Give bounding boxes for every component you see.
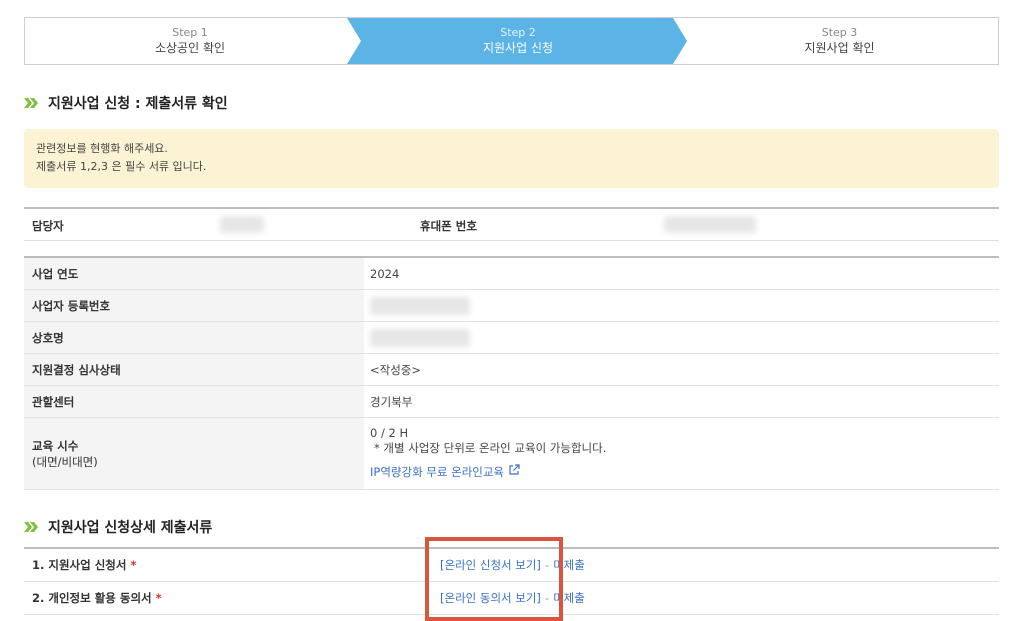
- section-title-text: 지원사업 신청 : 제출서류 확인: [48, 96, 228, 112]
- row-label: 사업 연도: [24, 258, 364, 289]
- stepper: Step 1 소상공인 확인 Step 2 지원사업 신청 Step 3 지원사…: [24, 17, 999, 65]
- highlight-box: [425, 537, 563, 621]
- phone-label: 휴대폰 번호: [420, 219, 477, 233]
- table-row: 사업 연도 2024: [24, 258, 999, 290]
- education-note: * 개별 사업장 단위로 온라인 교육이 가능합니다.: [374, 441, 607, 455]
- step-2: Step 2 지원사업 신청: [355, 18, 681, 64]
- step-1-title: 소상공인 확인: [154, 41, 226, 55]
- document-name: 2. 개인정보 활용 동의서: [32, 591, 152, 605]
- row-value: 2024: [370, 266, 400, 281]
- step-3-number: Step 3: [821, 26, 858, 39]
- double-chevron-icon: [24, 98, 40, 108]
- business-number-redacted: [370, 297, 470, 315]
- education-label-line-2: (대면/비대면): [32, 454, 98, 469]
- business-info-table: 사업 연도 2024 사업자 등록번호 상호명 지원결정 심사상태 <작성중> …: [24, 256, 999, 490]
- section-title-detail-documents: 지원사업 신청상세 제출서류: [24, 517, 212, 537]
- manager-value-redacted: [220, 216, 264, 233]
- contact-row: 담당자 휴대폰 번호: [24, 207, 999, 241]
- table-row-education: 교육 시수 (대면/비대면) 0 / 2 H * 개별 사업장 단위로 온라인 …: [24, 418, 999, 490]
- required-mark: *: [130, 558, 137, 572]
- notice-line-2: 제출서류 1,2,3 은 필수 서류 입니다.: [36, 160, 207, 173]
- online-education-link[interactable]: IP역량강화 무료 온라인교육: [370, 465, 504, 480]
- double-chevron-icon: [24, 522, 40, 532]
- document-label: 2. 개인정보 활용 동의서 *: [32, 582, 162, 614]
- step-3: Step 3 지원사업 확인: [681, 18, 998, 64]
- step-2-title: 지원사업 신청: [482, 41, 554, 55]
- step-1: Step 1 소상공인 확인: [25, 18, 355, 64]
- notice-box: 관련정보를 현행화 해주세요. 제출서류 1,2,3 은 필수 서류 입니다.: [24, 129, 999, 188]
- section-title-documents: 지원사업 신청 : 제출서류 확인: [24, 93, 228, 113]
- section-title-text: 지원사업 신청상세 제출서류: [48, 520, 213, 536]
- step-1-number: Step 1: [172, 26, 208, 39]
- table-row: 관할센터 경기북부: [24, 386, 999, 418]
- education-hours: 0 / 2 H: [370, 426, 409, 440]
- phone-value-redacted: [664, 216, 756, 233]
- row-label: 관할센터: [24, 386, 364, 417]
- required-mark: *: [155, 591, 162, 605]
- row-label: 사업자 등록번호: [24, 290, 364, 321]
- step-3-title: 지원사업 확인: [804, 41, 875, 55]
- education-label-line-1: 교육 시수: [32, 438, 79, 453]
- document-name: 1. 지원사업 신청서: [32, 558, 127, 572]
- education-label: 교육 시수 (대면/비대면): [24, 418, 364, 489]
- table-row: 상호명: [24, 322, 999, 354]
- table-row: 사업자 등록번호: [24, 290, 999, 322]
- document-label: 1. 지원사업 신청서 *: [32, 549, 136, 581]
- manager-label: 담당자: [32, 219, 64, 233]
- row-value: <작성중>: [370, 362, 422, 377]
- row-value: 경기북부: [370, 394, 413, 409]
- external-link-icon[interactable]: [508, 464, 520, 480]
- notice-line-1: 관련정보를 현행화 해주세요.: [36, 142, 168, 155]
- table-row: 지원결정 심사상태 <작성중>: [24, 354, 999, 386]
- row-label: 지원결정 심사상태: [24, 354, 364, 385]
- step-2-number: Step 2: [500, 26, 536, 39]
- row-label: 상호명: [24, 322, 364, 353]
- education-value: 0 / 2 H * 개별 사업장 단위로 온라인 교육이 가능합니다. IP역량…: [370, 426, 606, 480]
- company-name-redacted: [370, 329, 470, 347]
